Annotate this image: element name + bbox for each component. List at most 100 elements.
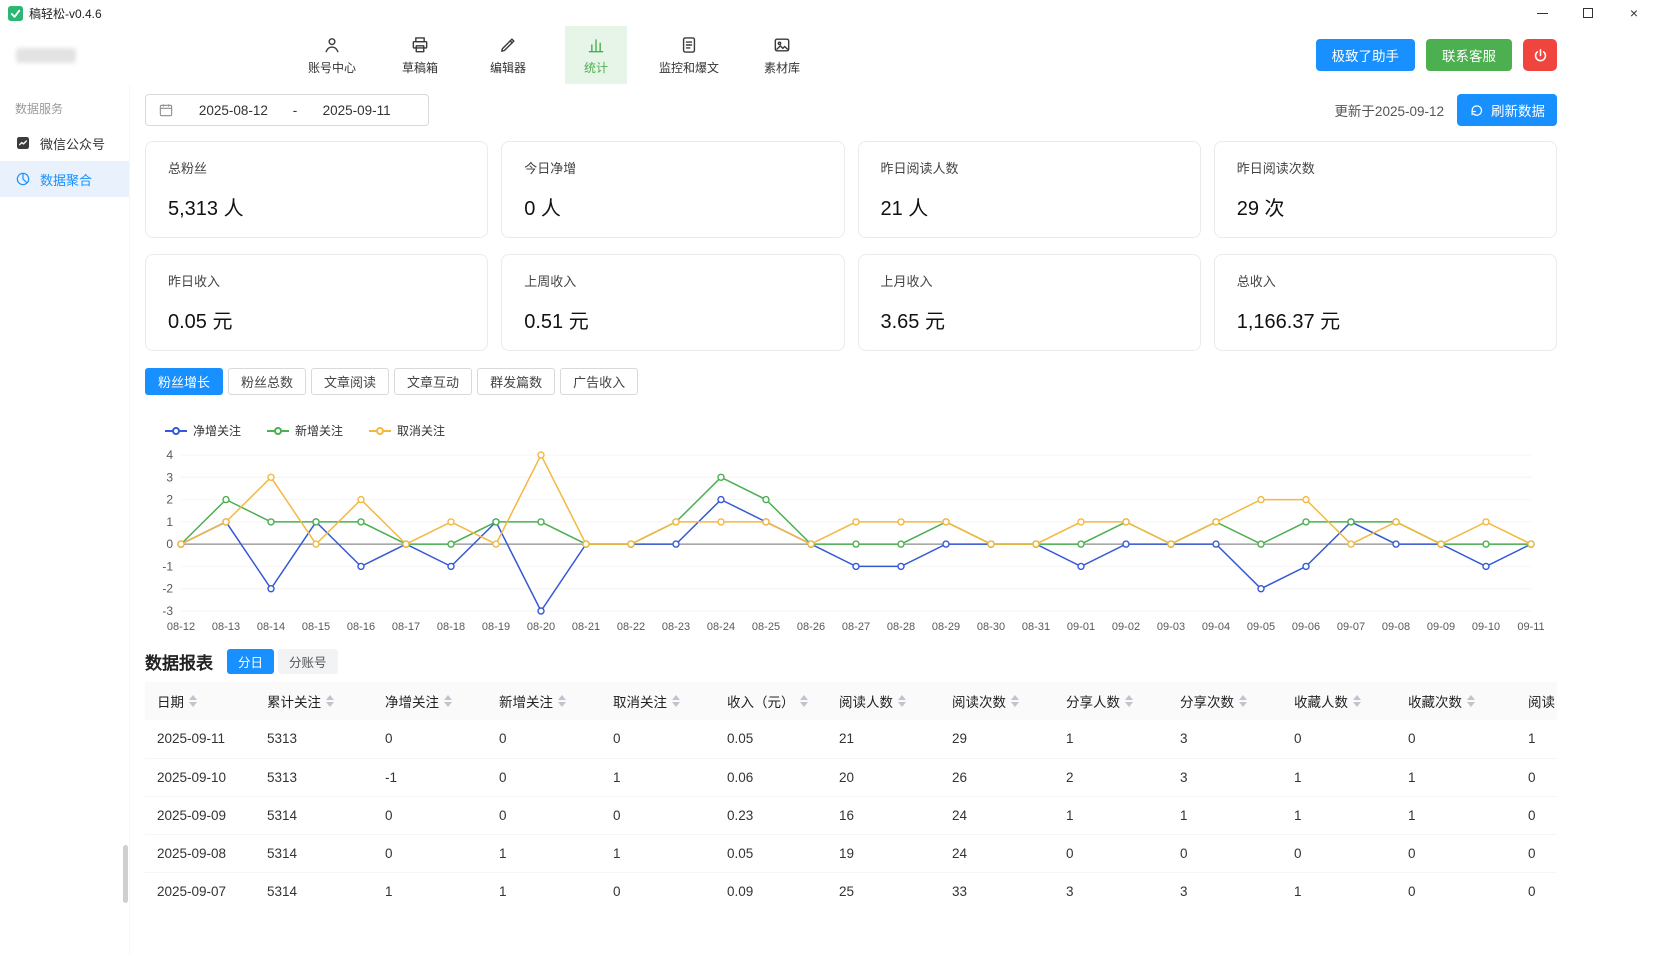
stat-card-yesterday-readers: 昨日阅读人数 21 人 [858,141,1201,238]
svg-text:08-21: 08-21 [572,621,600,633]
column-header-label: 收藏人数 [1294,691,1348,711]
tab-broadcast-count[interactable]: 群发篇数 [477,368,555,395]
nav-material-library[interactable]: 素材库 [751,26,813,84]
maximize-button[interactable] [1565,0,1611,26]
table-cell: 29 [940,720,1054,758]
svg-text:09-05: 09-05 [1247,621,1275,633]
window-titlebar: 稿轻松-v0.4.6 × [0,0,1657,26]
close-button[interactable]: × [1611,0,1657,26]
legend-marker-icon [267,427,289,435]
sort-icon[interactable] [1239,695,1247,707]
toggle-by-account[interactable]: 分账号 [278,649,338,674]
sidebar-item-wechat-official[interactable]: 微信公众号 [0,125,129,161]
svg-text:4: 4 [166,448,173,462]
tab-article-interaction[interactable]: 文章互动 [394,368,472,395]
account-icon [322,35,342,55]
table-cell: 1 [487,872,601,904]
refresh-icon [1469,103,1484,118]
nav-drafts[interactable]: 草稿箱 [389,26,451,84]
column-header-label: 净增关注 [385,691,439,711]
sidebar-item-data-aggregation[interactable]: 数据聚合 [0,161,129,197]
tab-ad-income[interactable]: 广告收入 [560,368,638,395]
toggle-by-day[interactable]: 分日 [227,649,274,674]
column-header[interactable]: 收藏人数 [1282,682,1396,720]
assistant-button[interactable]: 极致了助手 [1316,39,1416,71]
column-header[interactable]: 阅读 [1516,682,1557,720]
nav-label: 素材库 [764,59,800,76]
svg-text:08-20: 08-20 [527,621,555,633]
column-header-label: 分享人数 [1066,691,1120,711]
column-header[interactable]: 分享次数 [1168,682,1282,720]
table-cell: 1 [1282,872,1396,904]
refresh-data-button[interactable]: 刷新数据 [1457,94,1557,126]
account-name-redacted[interactable] [16,48,76,63]
table-cell: 25 [827,872,940,904]
tab-fans-total[interactable]: 粉丝总数 [228,368,306,395]
table-cell: 20 [827,758,940,796]
stat-label: 昨日阅读人数 [881,158,1178,177]
column-header[interactable]: 分享人数 [1054,682,1168,720]
svg-text:08-18: 08-18 [437,621,465,633]
table-cell: 0 [1516,834,1557,872]
column-header[interactable]: 取消关注 [601,682,715,720]
legend-label: 新增关注 [295,422,343,439]
tab-article-reads[interactable]: 文章阅读 [311,368,389,395]
contact-support-button[interactable]: 联系客服 [1426,39,1512,71]
sort-icon[interactable] [1353,695,1361,707]
svg-text:09-03: 09-03 [1157,621,1185,633]
column-header[interactable]: 累计关注 [255,682,373,720]
table-cell: 19 [827,834,940,872]
minimize-button[interactable] [1519,0,1565,26]
stats-icon [586,35,606,55]
column-header-label: 阅读次数 [952,691,1006,711]
library-icon [772,35,792,55]
sort-icon[interactable] [1467,695,1475,707]
sort-icon[interactable] [1011,695,1019,707]
nav-monitor[interactable]: 监控和爆文 [653,26,725,84]
legend-new-follow[interactable]: 新增关注 [267,422,343,439]
column-header[interactable]: 新增关注 [487,682,601,720]
column-header[interactable]: 阅读人数 [827,682,940,720]
sort-icon[interactable] [800,695,808,707]
nav-statistics[interactable]: 统计 [565,26,627,84]
scrollbar-thumb[interactable] [123,845,128,903]
svg-text:08-12: 08-12 [167,621,195,633]
sort-icon[interactable] [326,695,334,707]
window-title: 稿轻松-v0.4.6 [29,5,102,22]
toolbar: 2025-08-12 - 2025-09-11 更新于2025-09-12 刷新… [145,94,1557,126]
table-cell: 24 [940,834,1054,872]
table-cell: 21 [827,720,940,758]
column-header[interactable]: 收藏次数 [1396,682,1516,720]
nav-label: 账号中心 [308,59,356,76]
date-end[interactable]: 2025-09-11 [297,103,416,118]
stat-label: 上月收入 [881,271,1178,290]
sort-icon[interactable] [672,695,680,707]
column-header-label: 取消关注 [613,691,667,711]
column-header[interactable]: 收入（元） [715,682,827,720]
table-cell: 0.09 [715,872,827,904]
sort-icon[interactable] [444,695,452,707]
tab-fans-growth[interactable]: 粉丝增长 [145,368,223,395]
sort-icon[interactable] [1125,695,1133,707]
chart-legend: 净增关注 新增关注 取消关注 [165,422,1557,439]
date-range-picker[interactable]: 2025-08-12 - 2025-09-11 [145,94,429,126]
editor-icon [498,35,518,55]
table-cell: 0 [487,796,601,834]
nav-account-center[interactable]: 账号中心 [301,26,363,84]
column-header[interactable]: 净增关注 [373,682,487,720]
legend-net-follow[interactable]: 净增关注 [165,422,241,439]
legend-unfollow[interactable]: 取消关注 [369,422,445,439]
sort-icon[interactable] [898,695,906,707]
sort-icon[interactable] [558,695,566,707]
date-start[interactable]: 2025-08-12 [174,103,293,118]
stat-value: 21 人 [881,192,1178,221]
power-button[interactable] [1523,39,1557,71]
sort-icon[interactable] [189,695,197,707]
table-cell: 0 [373,834,487,872]
svg-text:08-19: 08-19 [482,621,510,633]
table-cell: 1 [1168,796,1282,834]
column-header[interactable]: 阅读次数 [940,682,1054,720]
column-header[interactable]: 日期 [145,682,255,720]
nav-editor[interactable]: 编辑器 [477,26,539,84]
report-table-body: 2025-09-1153130000.052129130012025-09-10… [145,720,1557,904]
